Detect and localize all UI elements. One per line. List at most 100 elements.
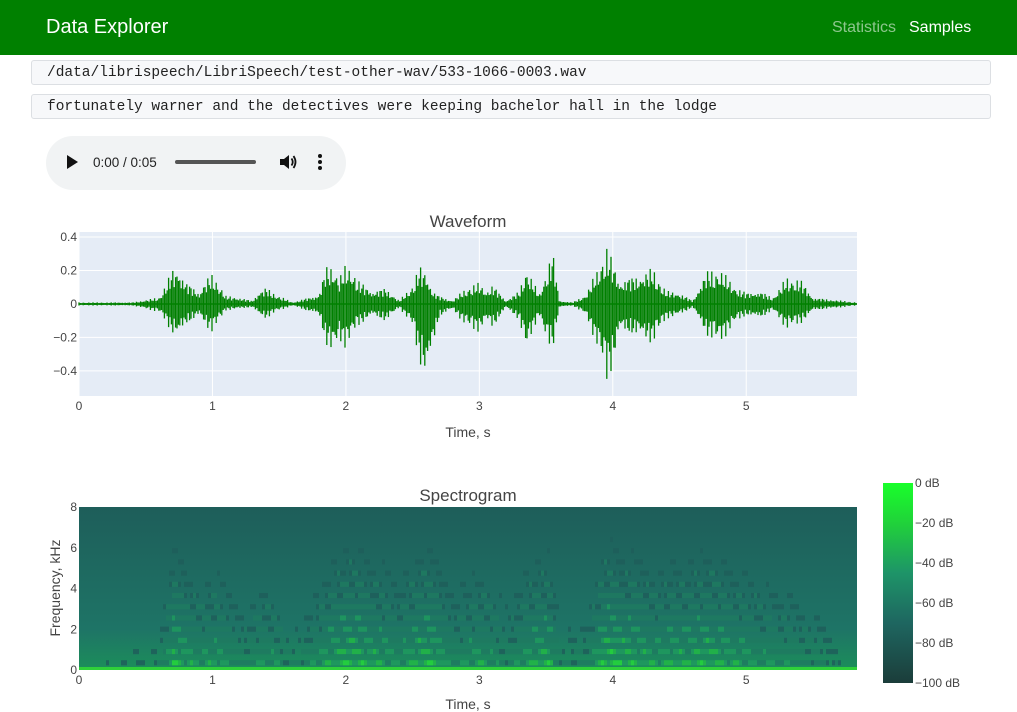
spectrogram-cell (415, 660, 418, 666)
spectrogram-cell (646, 604, 649, 610)
spectrogram-cell (172, 649, 175, 655)
nav-link-statistics[interactable]: Statistics (832, 19, 896, 37)
spectrogram-cell (535, 615, 538, 621)
spectrogram-cell (295, 660, 298, 666)
spectrogram-cell (769, 637, 772, 643)
spectrogram-cell (532, 649, 535, 655)
spectrogram-cell (538, 570, 541, 576)
spectrogram-cell (370, 581, 373, 587)
spectrogram-cell (352, 570, 355, 576)
spectrogram-cell (790, 592, 793, 599)
spectrogram-cell (787, 626, 790, 632)
spectrogram-cell (424, 626, 427, 632)
spectrogram-cell (382, 592, 385, 599)
spectrogram-cell (769, 626, 772, 632)
spectrogram-cell (502, 626, 505, 632)
spectrogram-cell (376, 604, 379, 610)
nav-link-samples[interactable]: Samples (909, 19, 971, 37)
spectrogram-cell (586, 649, 589, 655)
spectrogram-cell (310, 649, 313, 655)
spectrogram-cell (208, 592, 211, 599)
spectrogram-cell (622, 660, 625, 666)
spectrogram-cell (547, 581, 550, 587)
spectrogram-cell (727, 649, 730, 655)
spectrogram-cell (655, 604, 658, 610)
spectrogram-cell (667, 626, 670, 632)
spectrogram-cell (730, 626, 733, 632)
spectrogram-cell (478, 649, 481, 655)
spectrogram-cell (334, 559, 337, 565)
spectrogram-cell (544, 637, 547, 643)
spectrogram-cell (523, 637, 526, 643)
spectrogram-cell (265, 592, 268, 599)
spectrogram-cell (358, 548, 361, 554)
spectrogram-cell (688, 637, 691, 643)
spectrogram-cell (463, 592, 466, 599)
spectrogram-cell (706, 626, 709, 632)
spectrogram-cell (763, 637, 766, 643)
spectrogram-cell (385, 649, 388, 655)
spectrogram-cell (646, 615, 649, 621)
spectrogram-cell (673, 649, 676, 655)
spectrogram-cell (229, 660, 232, 666)
spectrogram-cell (184, 604, 187, 610)
spectrogram-cell (388, 660, 391, 666)
spectrogram-cell (733, 592, 736, 599)
spectrogram-cell (544, 570, 547, 576)
spectrogram-cell (328, 626, 331, 632)
spectrogram-cell (688, 581, 691, 587)
spectrogram-cell (376, 615, 379, 621)
spectrogram-cell (181, 615, 184, 621)
spectrogram-cell (667, 604, 670, 610)
spectrogram-cell (421, 649, 424, 655)
spectrogram-cell (430, 615, 433, 621)
spectrogram-cell (661, 660, 664, 666)
spectrogram-cell (211, 626, 214, 632)
spectrogram-cell (445, 615, 448, 621)
colorbar-tick: −20 dB (915, 516, 953, 530)
spectrogram-cell (823, 637, 826, 643)
spectrogram-cell (514, 592, 517, 599)
spectrogram-cell (691, 649, 694, 655)
spectrogram-cell (274, 615, 277, 621)
spectrogram-cell (220, 581, 223, 587)
spectrogram-cell (529, 604, 532, 610)
spectrogram-cell (523, 604, 526, 610)
spectrogram-cell (466, 615, 469, 621)
more-options-icon[interactable] (317, 153, 323, 173)
spectrogram-cell (361, 660, 364, 666)
spectrogram-cell (358, 615, 361, 621)
spectrogram-cell (238, 660, 241, 666)
spectrogram-cell (442, 660, 445, 666)
spectrogram-cell (364, 581, 367, 587)
audio-progress-slider[interactable] (175, 160, 256, 164)
spectrogram-cell (520, 615, 523, 621)
spectrogram-cell (805, 626, 808, 632)
spectrogram-cell (235, 604, 238, 610)
spectrogram-cell (376, 592, 379, 599)
spectrogram-cell (745, 637, 748, 643)
spectrogram-cell (289, 660, 292, 666)
spectrogram-cell (613, 548, 616, 554)
spectrogram-cell (370, 626, 373, 632)
play-icon[interactable] (67, 155, 78, 169)
spectrogram-cell (385, 626, 388, 632)
spectrogram-cell (319, 615, 322, 621)
spectrogram-cell (547, 604, 550, 610)
spectrogram-cell (508, 637, 511, 643)
spectrogram-cell (526, 649, 529, 655)
brand-link[interactable]: Data Explorer (46, 16, 168, 39)
spectrogram-cell (526, 615, 529, 621)
spectrogram-cell (331, 559, 334, 565)
spectrogram-cell (514, 615, 517, 621)
spectrogram-cell (634, 592, 637, 599)
spectrogram-cell (775, 649, 778, 655)
spectrogram-cell (682, 637, 685, 643)
spectrogram-cell (418, 592, 421, 599)
spectrogram-cell (580, 660, 583, 666)
volume-icon[interactable] (278, 152, 298, 172)
spectrogram-cell (550, 626, 553, 632)
spectrogram-cell (457, 626, 460, 632)
spectrogram-cell (190, 615, 193, 621)
spectrogram-cell (382, 637, 385, 643)
